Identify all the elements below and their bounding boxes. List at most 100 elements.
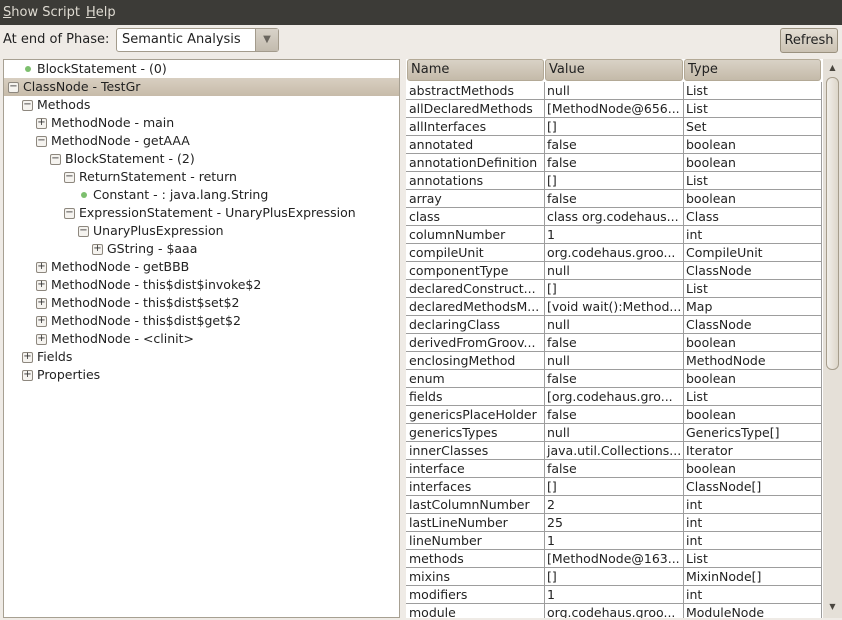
cell-name[interactable]: allDeclaredMethods <box>407 100 545 118</box>
tree-node[interactable]: + MethodNode - <clinit> <box>4 330 399 348</box>
cell-type[interactable]: int <box>684 226 822 244</box>
cell-type[interactable]: ModuleNode <box>684 604 822 618</box>
menu-show-script[interactable]: Show Script <box>3 5 80 20</box>
cell-name[interactable]: modifiers <box>407 586 545 604</box>
cell-name[interactable]: lineNumber <box>407 532 545 550</box>
cell-name[interactable]: lastColumnNumber <box>407 496 545 514</box>
cell-type[interactable]: boolean <box>684 406 822 424</box>
cell-type[interactable]: MethodNode <box>684 352 822 370</box>
cell-name[interactable]: allInterfaces <box>407 118 545 136</box>
table-row[interactable]: interfaces[] ClassNode[] <box>406 478 822 496</box>
cell-value[interactable]: [void wait():Method... <box>545 298 684 316</box>
phase-select[interactable]: Semantic Analysis ▼ <box>116 28 279 52</box>
table-row[interactable]: modifiers 1 int <box>406 586 822 604</box>
cell-name[interactable]: annotations <box>407 172 545 190</box>
table-row[interactable]: interface false boolean <box>406 460 822 478</box>
table-row[interactable]: genericsTypes null GenericsType[] <box>406 424 822 442</box>
collapse-icon[interactable]: − <box>78 226 89 237</box>
cell-type[interactable]: boolean <box>684 136 822 154</box>
cell-value[interactable]: 2 <box>545 496 684 514</box>
tree-node[interactable]: + Properties <box>4 366 399 384</box>
tree-node[interactable]: − ExpressionStatement - UnaryPlusExpressi… <box>4 204 399 222</box>
table-row[interactable]: columnNumber 1 int <box>406 226 822 244</box>
cell-type[interactable]: ClassNode <box>684 316 822 334</box>
tree-node[interactable]: − ReturnStatement - return <box>4 168 399 186</box>
cell-value[interactable]: 1 <box>545 532 684 550</box>
table-row[interactable]: module org.codehaus.groo... ModuleNode <box>406 604 822 618</box>
table-row[interactable]: enclosingMethod null MethodNode <box>406 352 822 370</box>
tree-node[interactable]: − Methods <box>4 96 399 114</box>
cell-name[interactable]: enum <box>407 370 545 388</box>
cell-name[interactable]: innerClasses <box>407 442 545 460</box>
cell-value[interactable]: org.codehaus.groo... <box>545 604 684 618</box>
cell-value[interactable]: null <box>545 262 684 280</box>
cell-type[interactable]: boolean <box>684 190 822 208</box>
column-header-type[interactable]: Type <box>684 59 821 81</box>
table-row[interactable]: compileUnit org.codehaus.groo... CompileUn… <box>406 244 822 262</box>
cell-value[interactable]: false <box>545 334 684 352</box>
cell-name[interactable]: array <box>407 190 545 208</box>
cell-type[interactable]: MixinNode[] <box>684 568 822 586</box>
cell-value[interactable]: 1 <box>545 226 684 244</box>
cell-type[interactable]: CompileUnit <box>684 244 822 262</box>
menu-help[interactable]: Help <box>86 5 116 20</box>
table-row[interactable]: declaredConstruct...[] List <box>406 280 822 298</box>
tree-node[interactable]: − MethodNode - getAAA <box>4 132 399 150</box>
cell-type[interactable]: Class <box>684 208 822 226</box>
cell-name[interactable]: declaredMethodsM... <box>407 298 545 316</box>
cell-value[interactable]: [] <box>545 568 684 586</box>
cell-name[interactable]: columnNumber <box>407 226 545 244</box>
cell-type[interactable]: boolean <box>684 334 822 352</box>
cell-type[interactable]: Set <box>684 118 822 136</box>
cell-value[interactable]: [] <box>545 118 684 136</box>
expand-icon[interactable]: + <box>36 298 47 309</box>
cell-name[interactable]: interface <box>407 460 545 478</box>
tree-node[interactable]: + GString - $aaa <box>4 240 399 258</box>
table-row[interactable]: declaringClass null ClassNode <box>406 316 822 334</box>
cell-value[interactable]: null <box>545 352 684 370</box>
cell-type[interactable]: List <box>684 550 822 568</box>
cell-value[interactable]: false <box>545 370 684 388</box>
cell-type[interactable]: Iterator <box>684 442 822 460</box>
cell-name[interactable]: class <box>407 208 545 226</box>
collapse-icon[interactable]: − <box>64 172 75 183</box>
collapse-icon[interactable]: − <box>8 82 19 93</box>
cell-type[interactable]: boolean <box>684 154 822 172</box>
cell-value[interactable]: [] <box>545 172 684 190</box>
cell-name[interactable]: interfaces <box>407 478 545 496</box>
expand-icon[interactable]: + <box>36 334 47 345</box>
cell-name[interactable]: mixins <box>407 568 545 586</box>
cell-type[interactable]: List <box>684 82 822 100</box>
cell-name[interactable]: annotationDefinition <box>407 154 545 172</box>
cell-type[interactable]: List <box>684 388 822 406</box>
scrollbar-thumb[interactable] <box>826 77 839 370</box>
cell-name[interactable]: genericsTypes <box>407 424 545 442</box>
table-row[interactable]: enum false boolean <box>406 370 822 388</box>
table-row[interactable]: innerClasses java.util.Collections... Iter… <box>406 442 822 460</box>
cell-value[interactable]: false <box>545 460 684 478</box>
cell-value[interactable]: false <box>545 406 684 424</box>
cell-type[interactable]: int <box>684 586 822 604</box>
table-row[interactable]: lastLineNumber 25 int <box>406 514 822 532</box>
table-row[interactable]: abstractMethods null List <box>406 82 822 100</box>
cell-name[interactable]: fields <box>407 388 545 406</box>
cell-name[interactable]: declaringClass <box>407 316 545 334</box>
expand-icon[interactable]: + <box>36 280 47 291</box>
cell-type[interactable]: boolean <box>684 460 822 478</box>
table-row[interactable]: class class org.codehaus... Class <box>406 208 822 226</box>
cell-type[interactable]: List <box>684 172 822 190</box>
table-row[interactable]: allInterfaces[] Set <box>406 118 822 136</box>
tree-node[interactable]: − ClassNode - TestGr <box>4 78 399 96</box>
cell-name[interactable]: lastLineNumber <box>407 514 545 532</box>
cell-value[interactable]: false <box>545 136 684 154</box>
cell-value[interactable]: null <box>545 316 684 334</box>
cell-name[interactable]: methods <box>407 550 545 568</box>
cell-type[interactable]: ClassNode[] <box>684 478 822 496</box>
cell-name[interactable]: enclosingMethod <box>407 352 545 370</box>
table-row[interactable]: fields [org.codehaus.gro... List <box>406 388 822 406</box>
table-row[interactable]: mixins[] MixinNode[] <box>406 568 822 586</box>
collapse-icon[interactable]: − <box>50 154 61 165</box>
table-row[interactable]: allDeclaredMethods [MethodNode@656... List <box>406 100 822 118</box>
cell-type[interactable]: ClassNode <box>684 262 822 280</box>
cell-value[interactable]: java.util.Collections... <box>545 442 684 460</box>
